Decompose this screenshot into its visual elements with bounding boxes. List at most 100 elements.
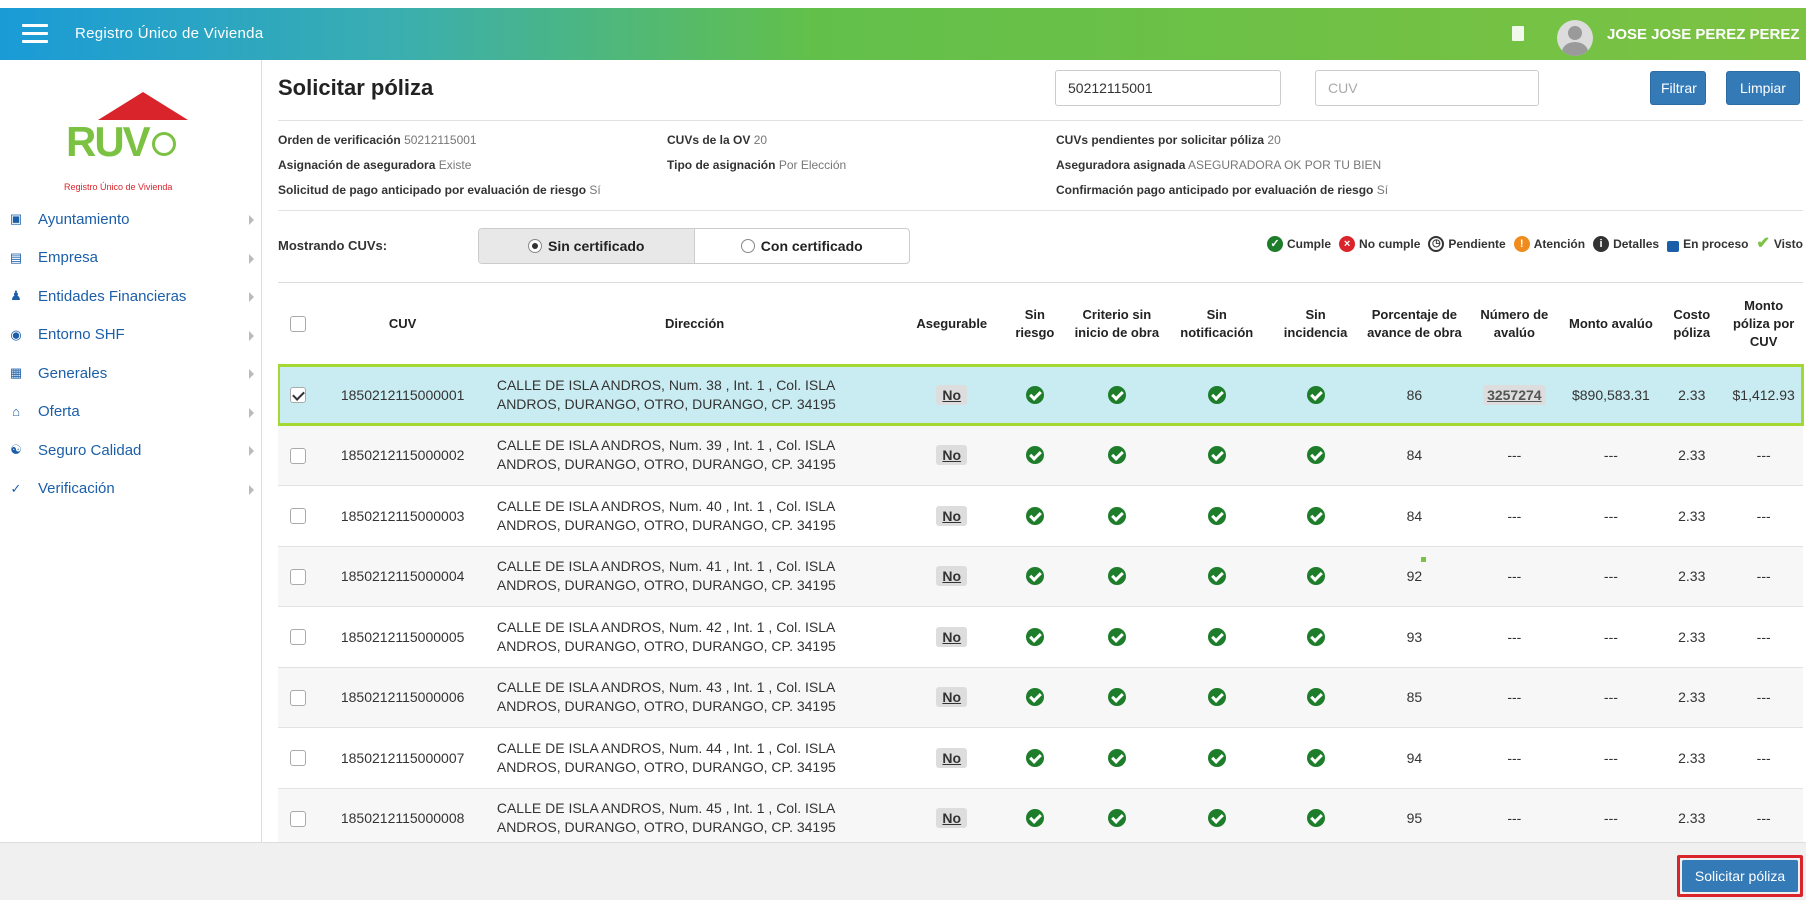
- address-cell: CALLE DE ISLA ANDROS, Num. 45 , Int. 1 ,…: [486, 788, 903, 849]
- order-filter-input[interactable]: [1055, 70, 1281, 106]
- sidebar-item-label: Entorno SHF: [38, 326, 125, 344]
- col-header[interactable]: Criterio sin inicio de obra: [1068, 282, 1166, 365]
- check-circle-icon: [1025, 506, 1044, 525]
- submit-highlight: Solicitar póliza: [1677, 855, 1803, 897]
- option-con-certificado[interactable]: Con certificado: [695, 229, 910, 263]
- sidebar-item-verificacion[interactable]: ✓ Verificación: [0, 470, 262, 509]
- table-row[interactable]: 1850212115000001 CALLE DE ISLA ANDROS, Nu…: [278, 363, 1804, 426]
- ruv-logo[interactable]: RUV Registro Único de Vivienda: [60, 90, 200, 192]
- option-sin-certificado[interactable]: Sin certificado: [479, 229, 695, 263]
- address-cell: CALLE DE ISLA ANDROS, Num. 43 , Int. 1 ,…: [486, 667, 903, 728]
- table-row[interactable]: 1850212115000008 CALLE DE ISLA ANDROS, Nu…: [278, 788, 1803, 849]
- asegurable-link[interactable]: No: [936, 566, 968, 587]
- monto-avaluo-cell: ---: [1562, 485, 1660, 547]
- monto-poliza-cell: ---: [1724, 667, 1803, 728]
- row-checkbox[interactable]: [290, 810, 307, 827]
- filter-button[interactable]: Filtrar: [1650, 71, 1706, 105]
- col-header[interactable]: Dirección: [486, 282, 903, 365]
- solicitar-poliza-button[interactable]: Solicitar póliza: [1682, 860, 1798, 892]
- sin-notificacion-cell: [1165, 364, 1269, 426]
- sidebar-nav: ▣ Ayuntamiento ▤ Empresa ♟ Entidades Financ…: [0, 200, 262, 508]
- address-line-1: CALLE DE ISLA ANDROS, Num. 44 , Int. 1 ,…: [496, 739, 836, 756]
- row-select-cell: [278, 485, 319, 547]
- cuv-table-container[interactable]: CUV Dirección Asegurable Sin riesgo Crit…: [278, 282, 1806, 850]
- asegurable-link[interactable]: No: [936, 687, 968, 708]
- avaluo-cell: 3257274: [1466, 364, 1563, 426]
- logo-plus-mark: [152, 132, 176, 156]
- check-circle-icon: [1107, 627, 1126, 646]
- divider: [278, 210, 1803, 211]
- cuv-search-input[interactable]: [1315, 70, 1539, 106]
- sidebar-item-generales[interactable]: ▦ Generales: [0, 354, 262, 393]
- col-header[interactable]: Sin incidencia: [1268, 282, 1363, 365]
- asegurable-link[interactable]: No: [936, 626, 968, 647]
- user-name[interactable]: JOSE JOSE PEREZ PEREZ: [1607, 26, 1800, 43]
- showing-label: Mostrando CUVs:: [278, 238, 388, 253]
- target-icon: ◉: [10, 326, 22, 342]
- address-cell: CALLE DE ISLA ANDROS, Num. 40 , Int. 1 ,…: [486, 485, 903, 547]
- asegurable-link[interactable]: No: [936, 808, 968, 829]
- menu-icon[interactable]: [22, 24, 48, 44]
- costo-poliza-cell: 2.33: [1659, 485, 1725, 547]
- row-checkbox[interactable]: [290, 447, 307, 464]
- col-header[interactable]: Costo póliza: [1659, 282, 1725, 365]
- avance-cell: 84: [1362, 485, 1467, 547]
- legend-label: Atención: [1533, 237, 1586, 251]
- avaluo-value: ---: [1507, 689, 1522, 706]
- marker-dot: [1421, 557, 1426, 562]
- col-header[interactable]: Número de avalúo: [1466, 282, 1563, 365]
- clear-button[interactable]: Limpiar: [1726, 71, 1800, 105]
- table-row[interactable]: 1850212115000002 CALLE DE ISLA ANDROS, Nu…: [278, 425, 1803, 486]
- check-circle-icon: ✓: [10, 480, 22, 496]
- monto-poliza-cell: ---: [1724, 485, 1803, 547]
- chevron-right-icon: [249, 253, 254, 264]
- check-circle-icon: [1107, 446, 1126, 465]
- asegurable-link[interactable]: No: [936, 505, 968, 526]
- asegurable-cell: No: [902, 425, 1002, 486]
- asegurable-link[interactable]: No: [936, 384, 968, 405]
- avatar[interactable]: [1557, 20, 1593, 56]
- row-checkbox[interactable]: [290, 568, 307, 585]
- avaluo-cell: ---: [1466, 546, 1563, 607]
- select-all-checkbox[interactable]: [290, 316, 307, 333]
- check-circle-icon: [1107, 809, 1126, 828]
- sidebar-item-ayuntamiento[interactable]: ▣ Ayuntamiento: [0, 200, 262, 239]
- col-header[interactable]: CUV: [318, 282, 487, 365]
- sidebar-item-entidades-financieras[interactable]: ♟ Entidades Financieras: [0, 277, 262, 316]
- sidebar-item-empresa[interactable]: ▤ Empresa: [0, 239, 262, 278]
- row-checkbox[interactable]: [290, 629, 307, 646]
- table-row[interactable]: 1850212115000006 CALLE DE ISLA ANDROS, Nu…: [278, 667, 1803, 728]
- check-circle-icon: [1107, 385, 1126, 404]
- row-checkbox[interactable]: [290, 387, 307, 404]
- avaluo-link[interactable]: 3257274: [1483, 384, 1546, 405]
- document-icon[interactable]: [1512, 26, 1524, 41]
- address-line-1: CALLE DE ISLA ANDROS, Num. 40 , Int. 1 ,…: [496, 497, 836, 514]
- col-header[interactable]: Sin notificación: [1165, 282, 1269, 365]
- sidebar-item-oferta[interactable]: ⌂ Oferta: [0, 393, 262, 432]
- col-header[interactable]: Asegurable: [902, 282, 1002, 365]
- criterio-cell: [1068, 788, 1166, 849]
- asegurable-link[interactable]: No: [936, 445, 968, 466]
- col-header[interactable]: Porcentaje de avance de obra: [1362, 282, 1467, 365]
- table-row[interactable]: 1850212115000005 CALLE DE ISLA ANDROS, Nu…: [278, 606, 1803, 668]
- col-header[interactable]: Monto póliza por CUV: [1724, 282, 1803, 365]
- col-header[interactable]: Monto avalúo: [1562, 282, 1660, 365]
- check-circle-icon: [1025, 809, 1044, 828]
- col-header[interactable]: Sin riesgo: [1001, 282, 1069, 365]
- monto-avaluo-cell: ---: [1562, 788, 1660, 849]
- address-line-1: CALLE DE ISLA ANDROS, Num. 45 , Int. 1 ,…: [496, 800, 836, 817]
- asegurable-link[interactable]: No: [936, 747, 968, 768]
- table-row[interactable]: 1850212115000007 CALLE DE ISLA ANDROS, Nu…: [278, 727, 1803, 789]
- assigned-insurer-label: Aseguradora asignada: [1056, 158, 1186, 172]
- row-checkbox[interactable]: [290, 750, 307, 767]
- table-row[interactable]: 1850212115000004 CALLE DE ISLA ANDROS, Nu…: [278, 546, 1803, 607]
- avaluo-value: ---: [1507, 568, 1522, 585]
- cuv-cell: 1850212115000004: [318, 546, 487, 607]
- table-row[interactable]: 1850212115000003 CALLE DE ISLA ANDROS, Nu…: [278, 485, 1803, 547]
- costo-poliza-cell: 2.33: [1659, 667, 1725, 728]
- sidebar-item-entorno-shf[interactable]: ◉ Entorno SHF: [0, 316, 262, 355]
- row-checkbox[interactable]: [290, 689, 307, 706]
- row-checkbox[interactable]: [290, 508, 307, 525]
- sidebar-item-seguro-calidad[interactable]: ☯ Seguro Calidad: [0, 431, 262, 470]
- order-value: 50212115001: [404, 133, 477, 147]
